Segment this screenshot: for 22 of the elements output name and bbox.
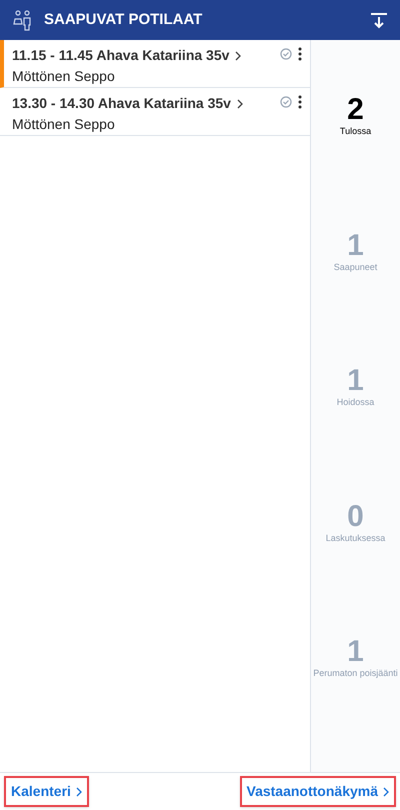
stat-label: Tulossa xyxy=(340,126,372,137)
chevron-right-icon xyxy=(383,786,389,796)
download-icon[interactable] xyxy=(370,11,388,29)
patient-name: Möttönen Seppo xyxy=(12,67,116,86)
chevron-right-icon xyxy=(236,98,243,108)
stat-label: Hoidossa xyxy=(336,397,374,408)
stat-count[interactable]: 2 xyxy=(347,94,364,126)
footer-link[interactable]: Vastaanottonäkymä xyxy=(240,776,396,807)
check-circle-icon[interactable] xyxy=(280,96,292,108)
header-title: SAAPUVAT POTILAAT xyxy=(44,10,204,30)
stat-label: Perumaton poisjäänti xyxy=(313,668,398,680)
check-circle-icon[interactable] xyxy=(280,48,292,60)
more-icon[interactable] xyxy=(298,95,302,109)
appointment-title: 11.15 - 11.45 Ahava Katariina 35v xyxy=(12,46,230,65)
stat-label: Saapuneet xyxy=(334,262,378,273)
stat-label: Laskutuksessa xyxy=(326,532,386,544)
patient-name: Möttönen Seppo xyxy=(12,115,116,134)
chevron-right-icon xyxy=(76,786,82,796)
chevron-right-icon xyxy=(235,50,242,60)
more-icon[interactable] xyxy=(298,47,302,61)
footer-link[interactable]: Kalenteri xyxy=(4,776,89,807)
appointment-title: 13.30 - 14.30 Ahava Katariina 35v xyxy=(12,94,231,113)
